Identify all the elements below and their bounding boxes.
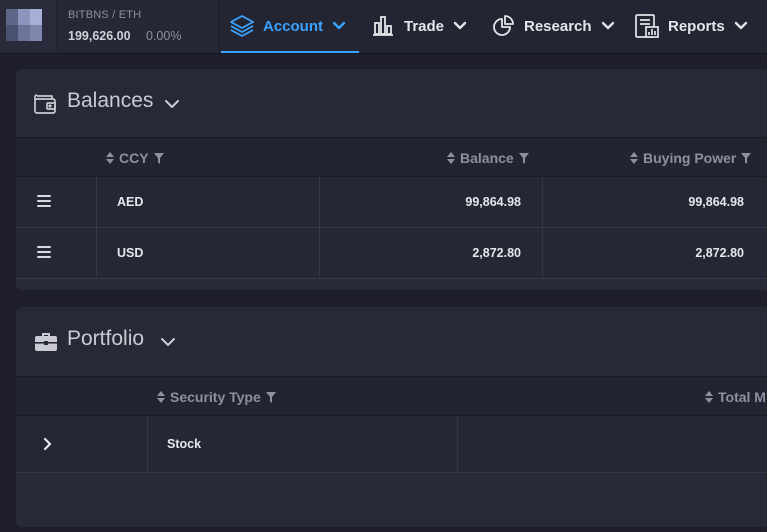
cell-buying-power: 2,872.80	[695, 246, 744, 260]
sort-icon	[630, 152, 638, 164]
sort-icon	[106, 152, 114, 164]
column-header-buying-power-label: Buying Power	[643, 150, 737, 166]
nav-research-label: Research	[524, 17, 592, 35]
column-header-security-type[interactable]: Security Type	[157, 389, 276, 405]
portfolio-title: Portfolio	[67, 327, 145, 350]
column-header-balance-label: Balance	[460, 150, 514, 166]
sort-icon	[447, 152, 455, 164]
cell-buying-power: 99,864.98	[688, 195, 744, 209]
nav-trade[interactable]: Trade	[370, 0, 468, 52]
app-logo[interactable]	[6, 9, 42, 41]
table-row[interactable]: Stock	[16, 416, 767, 473]
column-header-total-label: Total M	[718, 389, 766, 405]
ticker-pair: BITBNS / ETH	[68, 9, 142, 21]
sort-icon	[157, 391, 165, 403]
chevron-down-icon[interactable]	[163, 96, 181, 112]
wallet-icon	[34, 94, 56, 114]
sort-icon	[705, 391, 713, 403]
chevron-down-icon	[601, 21, 614, 30]
filter-icon[interactable]	[741, 152, 752, 164]
chevron-down-icon[interactable]	[159, 334, 177, 350]
portfolio-header[interactable]: Portfolio	[16, 307, 767, 375]
menu-icon[interactable]	[37, 246, 51, 258]
cell-balance: 2,872.80	[472, 246, 521, 260]
bar-chart-icon	[370, 13, 396, 39]
nav-research[interactable]: Research	[490, 0, 616, 52]
balances-column-headers: CCY Balance Buying Power	[16, 137, 767, 177]
layers-icon	[229, 13, 255, 39]
column-header-balance[interactable]: Balance	[447, 150, 529, 166]
portfolio-panel: Portfolio Security Type Total M Stock	[16, 307, 767, 527]
nav-trade-label: Trade	[404, 17, 445, 35]
table-row[interactable]: AED 99,864.98 99,864.98	[16, 177, 767, 228]
filter-icon[interactable]	[153, 152, 164, 164]
nav-reports[interactable]: Reports	[634, 0, 749, 52]
filter-icon[interactable]	[265, 391, 276, 403]
balances-header[interactable]: Balances	[16, 69, 767, 137]
ticker-widget[interactable]: BITBNS / ETH 199,626.00 0.00%	[58, 0, 219, 52]
chevron-down-icon	[734, 21, 747, 30]
cell-balance: 99,864.98	[465, 195, 521, 209]
cell-ccy: AED	[117, 195, 144, 209]
filter-icon[interactable]	[518, 152, 529, 164]
nav-account-label: Account	[263, 17, 323, 35]
nav-account[interactable]: Account	[229, 0, 347, 52]
top-navigation-bar: BITBNS / ETH 199,626.00 0.00% Account Tr…	[0, 0, 767, 54]
ticker-change: 0.00%	[146, 29, 182, 43]
chevron-down-icon	[332, 21, 346, 30]
column-header-ccy-label: CCY	[119, 150, 149, 166]
nav-reports-label: Reports	[668, 17, 725, 35]
chevron-right-icon[interactable]	[42, 437, 54, 451]
table-row[interactable]: USD 2,872.80 2,872.80	[16, 228, 767, 279]
portfolio-column-headers: Security Type Total M	[16, 376, 767, 416]
balances-title: Balances	[67, 89, 154, 112]
cell-security-type: Stock	[167, 437, 202, 451]
ticker-price: 199,626.00	[68, 29, 131, 43]
pie-chart-icon	[490, 13, 516, 39]
nav-active-indicator	[221, 51, 359, 53]
balances-panel: Balances CCY Balance Buying Power AED 99…	[16, 69, 767, 290]
column-header-security-type-label: Security Type	[170, 389, 261, 405]
menu-icon[interactable]	[37, 195, 51, 207]
briefcase-icon	[35, 333, 57, 351]
column-header-total[interactable]: Total M	[705, 389, 766, 405]
cell-ccy: USD	[117, 246, 144, 260]
report-icon	[634, 13, 660, 39]
column-header-buying-power[interactable]: Buying Power	[630, 150, 752, 166]
chevron-down-icon	[453, 21, 467, 30]
logo-container	[0, 0, 56, 52]
column-header-ccy[interactable]: CCY	[106, 150, 164, 166]
